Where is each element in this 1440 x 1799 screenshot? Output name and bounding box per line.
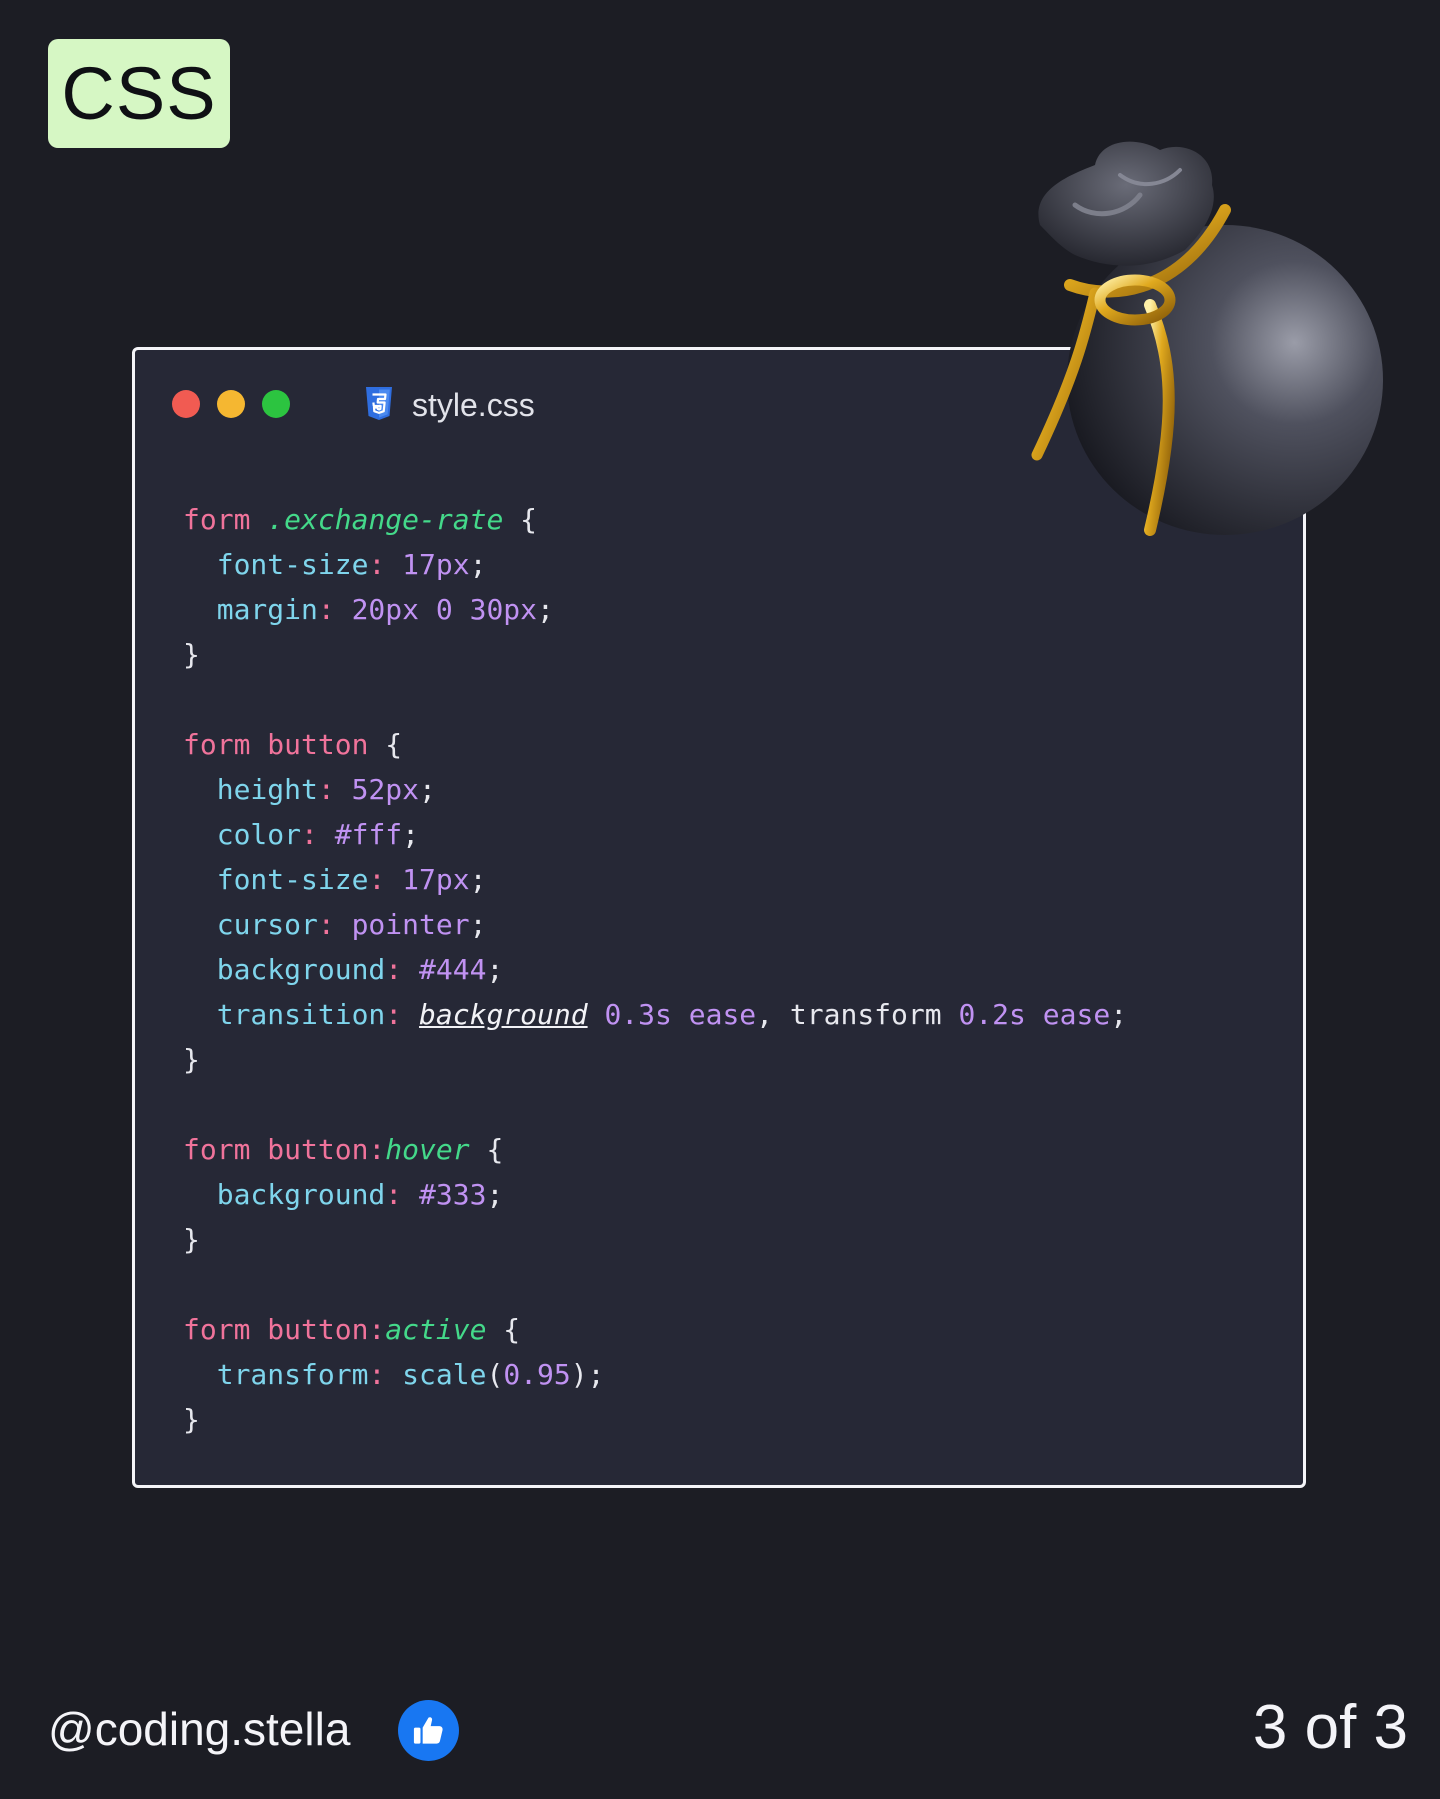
code-token: { xyxy=(503,503,538,536)
file-name: style.css xyxy=(412,387,535,423)
code-line: form button { xyxy=(183,722,1127,767)
code-token: ); xyxy=(570,1358,605,1391)
code-token: color xyxy=(183,818,302,851)
code-line: transition: background 0.3s ease, transf… xyxy=(183,992,1127,1037)
css-badge-label: CSS xyxy=(61,52,217,135)
code-token: margin xyxy=(183,593,318,626)
code-line: form .exchange-rate { xyxy=(183,497,1127,542)
code-token: ; xyxy=(402,818,420,851)
code-token: ; xyxy=(469,863,487,896)
code-token: 0.3s ease xyxy=(587,998,757,1031)
code-token: ; xyxy=(419,773,436,806)
code-token: form button: xyxy=(183,1133,386,1166)
code-token: : xyxy=(317,593,352,626)
code-token: ; xyxy=(1110,998,1128,1031)
code-token: cursor xyxy=(183,908,318,941)
code-token: } xyxy=(183,1043,200,1076)
code-token: ; xyxy=(469,548,487,581)
code-token: form xyxy=(183,503,251,536)
maximize-window-button[interactable] xyxy=(262,390,290,418)
code-line: color: #fff; xyxy=(183,812,1127,857)
code-token: 52px xyxy=(351,773,420,806)
code-line: font-size: 17px; xyxy=(183,857,1127,902)
code-token: .exchange-rate xyxy=(267,503,504,536)
code-token: ; xyxy=(486,953,504,986)
css3-icon xyxy=(366,387,392,420)
code-token: } xyxy=(183,1403,200,1436)
code-token: #333 xyxy=(419,1178,487,1211)
code-token: #fff xyxy=(334,818,403,851)
code-token: hover xyxy=(385,1133,470,1166)
thumbs-up-icon xyxy=(413,1717,443,1744)
code-token: : xyxy=(368,863,403,896)
code-token: transition xyxy=(183,998,386,1031)
code-line: height: 52px; xyxy=(183,767,1127,812)
code-token: : xyxy=(385,1178,420,1211)
code-line: cursor: pointer; xyxy=(183,902,1127,947)
code-line: background: #333; xyxy=(183,1172,1127,1217)
code-line: transform: scale(0.95); xyxy=(183,1352,1127,1397)
code-line: } xyxy=(183,1397,1127,1442)
code-token: active xyxy=(385,1313,487,1346)
code-token: } xyxy=(183,638,200,671)
code-token: 17px xyxy=(402,548,470,581)
code-token: background xyxy=(183,1178,386,1211)
code-token: , transform xyxy=(756,998,959,1031)
code-line: form button:hover { xyxy=(183,1127,1127,1172)
code-block: form .exchange-rate { font-size: 17px; m… xyxy=(183,497,1127,1442)
code-token: { xyxy=(469,1133,504,1166)
minimize-window-button[interactable] xyxy=(217,390,245,418)
code-token: } xyxy=(183,1223,200,1256)
code-token: : xyxy=(317,773,352,806)
code-token: 20px 0 30px xyxy=(351,593,538,626)
code-token: ; xyxy=(537,593,554,626)
code-token: : xyxy=(385,998,420,1031)
code-token: { xyxy=(368,728,403,761)
code-token: ; xyxy=(469,908,487,941)
close-window-button[interactable] xyxy=(172,390,200,418)
code-token: 17px xyxy=(402,863,470,896)
author-handle: @coding.stella xyxy=(48,1703,351,1755)
code-token: background xyxy=(419,998,588,1031)
code-token: : xyxy=(368,1358,403,1391)
code-token: : xyxy=(301,818,335,851)
code-token: ( xyxy=(486,1358,504,1391)
code-token: 0.95 xyxy=(503,1358,571,1391)
code-token: font-size xyxy=(183,548,369,581)
code-token: form button xyxy=(183,728,369,761)
code-line: } xyxy=(183,632,1127,677)
like-button[interactable] xyxy=(398,1700,459,1761)
code-token: : xyxy=(317,908,352,941)
code-line: background: #444; xyxy=(183,947,1127,992)
code-line: margin: 20px 0 30px; xyxy=(183,587,1127,632)
code-token: transform xyxy=(183,1358,369,1391)
code-line: } xyxy=(183,1217,1127,1262)
code-token: height xyxy=(183,773,318,806)
code-token: { xyxy=(486,1313,521,1346)
code-line: form button:active { xyxy=(183,1307,1127,1352)
css-badge: CSS xyxy=(48,39,230,148)
code-token: : xyxy=(368,548,403,581)
money-bag-icon xyxy=(1031,141,1383,536)
page-indicator: 3 of 3 xyxy=(1252,1693,1408,1762)
code-token: background xyxy=(183,953,386,986)
code-token: scale xyxy=(402,1358,487,1391)
code-token: font-size xyxy=(183,863,369,896)
code-token: pointer xyxy=(351,908,470,941)
code-token: #444 xyxy=(419,953,487,986)
code-token: : xyxy=(385,953,420,986)
code-token: 0.2s ease xyxy=(958,998,1111,1031)
code-line: font-size: 17px; xyxy=(183,542,1127,587)
code-line: } xyxy=(183,1037,1127,1082)
code-token: form button: xyxy=(183,1313,386,1346)
code-token: ; xyxy=(486,1178,504,1211)
